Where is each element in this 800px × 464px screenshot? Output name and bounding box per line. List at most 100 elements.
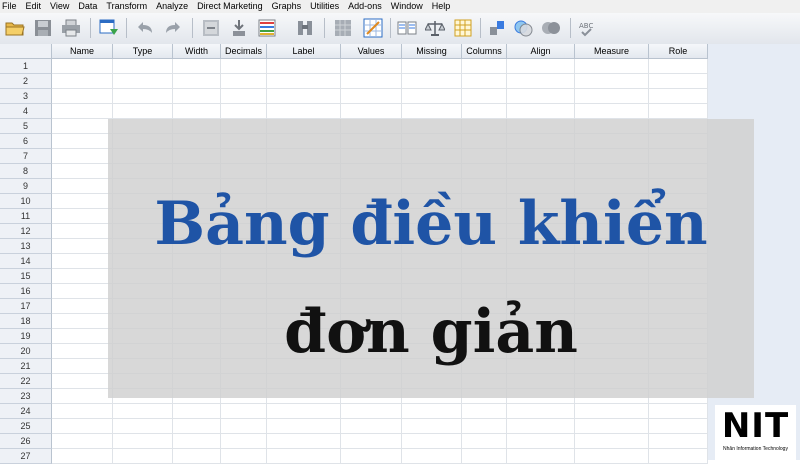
value-labels-icon[interactable]: [486, 17, 508, 39]
grid-cell-decimals[interactable]: [221, 89, 267, 104]
grid-cell-columns[interactable]: [462, 59, 507, 74]
grid-cell-name[interactable]: [52, 59, 113, 74]
grid-cell-columns[interactable]: [462, 89, 507, 104]
grid-cell-columns[interactable]: [462, 404, 507, 419]
split-file-icon[interactable]: [396, 17, 418, 39]
grid-cell-columns[interactable]: [462, 434, 507, 449]
column-header-missing[interactable]: Missing: [402, 44, 462, 59]
grid-cell-role[interactable]: [649, 104, 708, 119]
grid-cell-label[interactable]: [267, 449, 341, 464]
grid-cell-name[interactable]: [52, 119, 113, 134]
grid-cell-label[interactable]: [267, 434, 341, 449]
grid-cell-type[interactable]: [113, 89, 173, 104]
row-number[interactable]: 6: [0, 134, 52, 149]
grid-cell-missing[interactable]: [402, 404, 462, 419]
column-header-type[interactable]: Type: [113, 44, 173, 59]
row-number[interactable]: 11: [0, 209, 52, 224]
grid-cell-width[interactable]: [173, 449, 221, 464]
column-header-values[interactable]: Values: [341, 44, 402, 59]
grid-cell-role[interactable]: [649, 449, 708, 464]
grid-cell-role[interactable]: [649, 404, 708, 419]
grid-cell-width[interactable]: [173, 434, 221, 449]
use-sets-icon[interactable]: [512, 17, 534, 39]
menu-help[interactable]: Help: [428, 0, 456, 13]
goto-case-icon[interactable]: [200, 17, 222, 39]
row-number[interactable]: 10: [0, 194, 52, 209]
grid-cell-label[interactable]: [267, 59, 341, 74]
row-number[interactable]: 5: [0, 119, 52, 134]
row-number[interactable]: 23: [0, 389, 52, 404]
grid-cell-name[interactable]: [52, 239, 113, 254]
row-number[interactable]: 7: [0, 149, 52, 164]
grid-cell-width[interactable]: [173, 74, 221, 89]
grid-cell-width[interactable]: [173, 419, 221, 434]
row-number[interactable]: 19: [0, 329, 52, 344]
grid-cell-name[interactable]: [52, 149, 113, 164]
column-header-role[interactable]: Role: [649, 44, 708, 59]
grid-cell-type[interactable]: [113, 449, 173, 464]
insert-cases-icon[interactable]: [332, 17, 354, 39]
grid-cell-measure[interactable]: [575, 419, 649, 434]
grid-cell-measure[interactable]: [575, 449, 649, 464]
grid-cell-columns[interactable]: [462, 104, 507, 119]
grid-cell-align[interactable]: [507, 419, 575, 434]
grid-cell-values[interactable]: [341, 74, 402, 89]
grid-cell-width[interactable]: [173, 59, 221, 74]
grid-cell-measure[interactable]: [575, 89, 649, 104]
save-icon[interactable]: [32, 17, 54, 39]
grid-cell-columns[interactable]: [462, 449, 507, 464]
grid-cell-align[interactable]: [507, 59, 575, 74]
grid-cell-values[interactable]: [341, 434, 402, 449]
print-icon[interactable]: [60, 17, 82, 39]
grid-cell-width[interactable]: [173, 89, 221, 104]
grid-cell-type[interactable]: [113, 59, 173, 74]
row-number[interactable]: 16: [0, 284, 52, 299]
grid-cell-name[interactable]: [52, 299, 113, 314]
column-header-measure[interactable]: Measure: [575, 44, 649, 59]
column-header-name[interactable]: Name: [52, 44, 113, 59]
row-number[interactable]: 18: [0, 314, 52, 329]
menu-window[interactable]: Window: [387, 0, 428, 13]
row-number[interactable]: 24: [0, 404, 52, 419]
grid-cell-type[interactable]: [113, 434, 173, 449]
grid-cell-name[interactable]: [52, 269, 113, 284]
grid-cell-values[interactable]: [341, 89, 402, 104]
grid-cell-name[interactable]: [52, 209, 113, 224]
grid-cell-name[interactable]: [52, 254, 113, 269]
grid-cell-name[interactable]: [52, 224, 113, 239]
row-number[interactable]: 12: [0, 224, 52, 239]
grid-cell-values[interactable]: [341, 449, 402, 464]
menu-add-ons[interactable]: Add-ons: [344, 0, 387, 13]
menu-graphs[interactable]: Graphs: [268, 0, 307, 13]
grid-cell-align[interactable]: [507, 449, 575, 464]
grid-cell-name[interactable]: [52, 284, 113, 299]
row-number[interactable]: 21: [0, 359, 52, 374]
row-number[interactable]: 4: [0, 104, 52, 119]
grid-cell-values[interactable]: [341, 419, 402, 434]
grid-cell-align[interactable]: [507, 89, 575, 104]
grid-cell-missing[interactable]: [402, 89, 462, 104]
grid-cell-type[interactable]: [113, 104, 173, 119]
grid-cell-columns[interactable]: [462, 74, 507, 89]
grid-cell-decimals[interactable]: [221, 104, 267, 119]
grid-cell-name[interactable]: [52, 134, 113, 149]
grid-cell-align[interactable]: [507, 104, 575, 119]
row-number[interactable]: 1: [0, 59, 52, 74]
grid-cell-columns[interactable]: [462, 419, 507, 434]
grid-cell-missing[interactable]: [402, 59, 462, 74]
grid-cell-name[interactable]: [52, 104, 113, 119]
redo-icon[interactable]: [162, 17, 184, 39]
grid-cell-width[interactable]: [173, 104, 221, 119]
grid-cell-align[interactable]: [507, 404, 575, 419]
grid-cell-measure[interactable]: [575, 59, 649, 74]
grid-cell-missing[interactable]: [402, 434, 462, 449]
select-cases-icon[interactable]: [452, 17, 474, 39]
grid-cell-label[interactable]: [267, 404, 341, 419]
row-number[interactable]: 22: [0, 374, 52, 389]
grid-cell-role[interactable]: [649, 434, 708, 449]
spell-check-icon[interactable]: ABC: [578, 17, 600, 39]
menu-data[interactable]: Data: [74, 0, 102, 13]
grid-cell-align[interactable]: [507, 434, 575, 449]
grid-cell-decimals[interactable]: [221, 59, 267, 74]
find-icon[interactable]: [294, 17, 316, 39]
